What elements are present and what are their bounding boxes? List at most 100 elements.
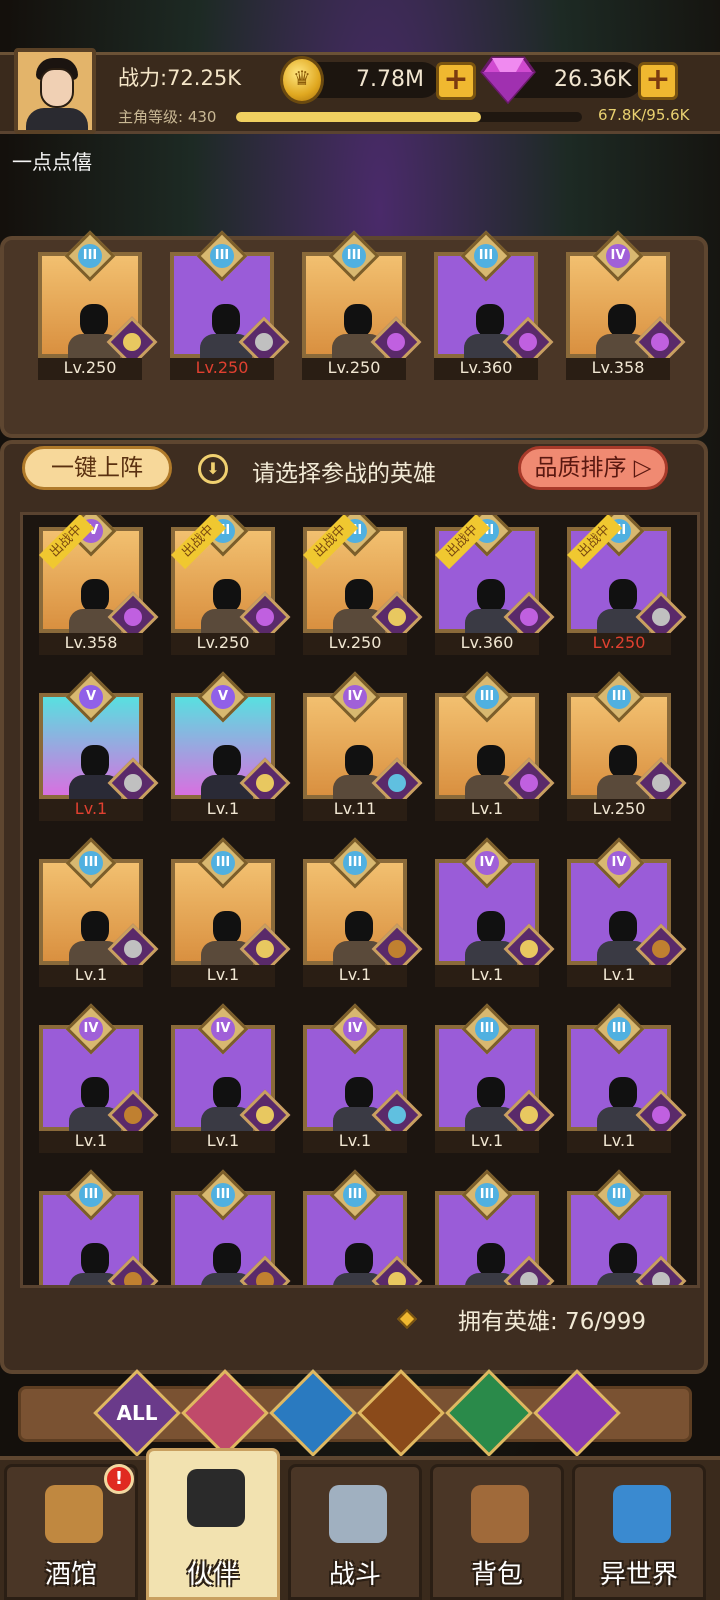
gold-coin-icon: ♛ bbox=[280, 56, 324, 104]
hero-level: Lv.1 bbox=[303, 965, 407, 987]
avatar-head bbox=[40, 68, 74, 108]
team-card[interactable]: III Lv.360 bbox=[434, 230, 554, 380]
tavern-alert-badge: ! bbox=[104, 1464, 134, 1494]
heroes-card[interactable]: III bbox=[171, 1169, 291, 1285]
heroes-card[interactable]: IV Lv.1 bbox=[171, 1003, 291, 1153]
player-avatar[interactable] bbox=[14, 48, 96, 134]
hero-level: Lv.360 bbox=[435, 633, 539, 655]
heroes-card[interactable]: III Lv.1 bbox=[435, 671, 555, 821]
heroes-card[interactable]: III Lv.250 bbox=[567, 671, 687, 821]
heroes-card[interactable]: III Lv.1 bbox=[567, 1003, 687, 1153]
one-key-deploy-button[interactable]: 一键上阵 bbox=[22, 446, 172, 490]
select-hero-hint: 请选择参战的英雄 bbox=[252, 461, 436, 487]
heroes-card[interactable]: IIILv.250出战中 bbox=[171, 515, 291, 655]
hero-head bbox=[608, 304, 636, 338]
hero-grid[interactable]: IVLv.358出战中IIILv.250出战中IIILv.250出战中IIILv… bbox=[20, 512, 700, 1288]
add-gold-button[interactable]: + bbox=[436, 62, 476, 100]
hero-head bbox=[609, 745, 637, 779]
gem-icon bbox=[480, 56, 536, 104]
tab-label: 伙伴 bbox=[186, 1560, 239, 1590]
heroes-card[interactable]: III Lv.1 bbox=[39, 837, 159, 987]
heroes-card[interactable]: IIILv.250出战中 bbox=[567, 515, 687, 655]
heroes-card[interactable]: IIILv.250出战中 bbox=[303, 515, 423, 655]
portal-icon bbox=[613, 1485, 671, 1543]
team-card[interactable]: III Lv.250 bbox=[170, 230, 290, 380]
heroes-card[interactable]: IV Lv.1 bbox=[567, 837, 687, 987]
backpack-icon bbox=[471, 1485, 529, 1543]
hero-head bbox=[477, 745, 505, 779]
battle-icon bbox=[329, 1485, 387, 1543]
heroes-card[interactable]: III Lv.1 bbox=[171, 837, 291, 987]
lion-faction-icon[interactable] bbox=[357, 1369, 445, 1457]
hero-level: Lv.1 bbox=[567, 1131, 671, 1153]
hero-level: Lv.1 bbox=[303, 1131, 407, 1153]
heroes-card[interactable]: III bbox=[303, 1169, 423, 1285]
hero-level: Lv.1 bbox=[171, 965, 275, 987]
heroes-card[interactable]: IV Lv.1 bbox=[39, 1003, 159, 1153]
heroes-card[interactable]: IV Lv.1 bbox=[435, 837, 555, 987]
hero-head bbox=[477, 579, 505, 613]
hero-level: Lv.1 bbox=[171, 799, 275, 821]
hero-head bbox=[609, 1243, 637, 1277]
heroes-card[interactable]: III bbox=[435, 1169, 555, 1285]
player-name: 一点点僖 bbox=[12, 150, 92, 174]
add-gem-button[interactable]: + bbox=[638, 62, 678, 100]
hero-level: Lv.1 bbox=[171, 1131, 275, 1153]
exp-text: 67.8K/95.6K bbox=[598, 106, 690, 124]
heroes-card[interactable]: V Lv.1 bbox=[39, 671, 159, 821]
hero-head bbox=[609, 1077, 637, 1111]
hero-head bbox=[477, 1077, 505, 1111]
hero-head bbox=[213, 579, 241, 613]
hero-level: Lv.250 bbox=[302, 358, 406, 380]
all-icon[interactable]: ALL bbox=[93, 1369, 181, 1457]
hero-head bbox=[81, 1243, 109, 1277]
hero-head bbox=[477, 911, 505, 945]
hero-level: Lv.250 bbox=[38, 358, 142, 380]
heroes-card[interactable]: III Lv.1 bbox=[303, 837, 423, 987]
tab-battle[interactable]: 战斗 bbox=[288, 1464, 422, 1600]
hero-head bbox=[609, 579, 637, 613]
heroes-card[interactable]: III bbox=[39, 1169, 159, 1285]
power-text: 战力:72.25K bbox=[118, 66, 241, 90]
tab-label: 异世界 bbox=[599, 1560, 678, 1590]
partner-icon bbox=[187, 1469, 245, 1527]
tab-label: 战斗 bbox=[328, 1560, 381, 1590]
hero-level: Lv.250 bbox=[567, 633, 671, 655]
heroes-card[interactable]: IIILv.360出战中 bbox=[435, 515, 555, 655]
hero-level: Lv.1 bbox=[435, 1131, 539, 1153]
human-faction-icon[interactable] bbox=[181, 1369, 269, 1457]
demon-faction-icon[interactable] bbox=[533, 1369, 621, 1457]
heroes-card[interactable]: IV Lv.11 bbox=[303, 671, 423, 821]
team-card[interactable]: III Lv.250 bbox=[38, 230, 158, 380]
team-card[interactable]: IV Lv.358 bbox=[566, 230, 686, 380]
player-level-text: 主角等级: 430 bbox=[118, 108, 217, 126]
heroes-card[interactable]: IV Lv.1 bbox=[303, 1003, 423, 1153]
tab-partner[interactable]: 伙伴 bbox=[146, 1448, 280, 1600]
hero-level: Lv.1 bbox=[435, 799, 539, 821]
hero-level: Lv.1 bbox=[567, 965, 671, 987]
quality-sort-button[interactable]: 品质排序 ▷ bbox=[518, 446, 668, 490]
hero-level: Lv.358 bbox=[566, 358, 670, 380]
tab-portal[interactable]: 异世界 bbox=[572, 1464, 706, 1600]
hero-head bbox=[345, 911, 373, 945]
hero-level: Lv.1 bbox=[39, 965, 143, 987]
heroes-card[interactable]: III Lv.1 bbox=[435, 1003, 555, 1153]
tab-label: 酒馆 bbox=[44, 1560, 97, 1590]
heroes-card[interactable]: IVLv.358出战中 bbox=[39, 515, 159, 655]
tab-backpack[interactable]: 背包 bbox=[430, 1464, 564, 1600]
hero-level: Lv.11 bbox=[303, 799, 407, 821]
tavern-icon bbox=[45, 1485, 103, 1543]
hero-level: Lv.360 bbox=[434, 358, 538, 380]
hero-head bbox=[476, 304, 504, 338]
heroes-card[interactable]: III bbox=[567, 1169, 687, 1285]
hero-head bbox=[213, 1243, 241, 1277]
fish-faction-icon[interactable] bbox=[269, 1369, 357, 1457]
hero-head bbox=[80, 304, 108, 338]
hero-head bbox=[609, 911, 637, 945]
elf-faction-icon[interactable] bbox=[445, 1369, 533, 1457]
hero-level: Lv.250 bbox=[171, 633, 275, 655]
hero-head bbox=[81, 911, 109, 945]
team-card[interactable]: III Lv.250 bbox=[302, 230, 422, 380]
hero-head bbox=[345, 1077, 373, 1111]
heroes-card[interactable]: V Lv.1 bbox=[171, 671, 291, 821]
